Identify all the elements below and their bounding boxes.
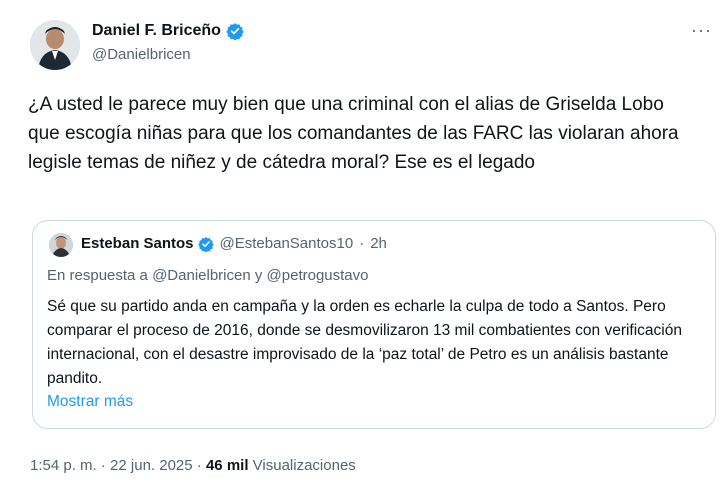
quote-author-avatar[interactable] (49, 233, 73, 257)
reply-mention-petrogustavo[interactable]: @petrogustavo (267, 267, 369, 284)
tweet-metadata: 1:54 p. m. · 22 jun. 2025 · 46 mil Visua… (30, 457, 356, 474)
meta-separator: · (196, 457, 202, 474)
show-more-link[interactable]: Mostrar más (47, 393, 133, 411)
author-handle[interactable]: @Danielbricen (92, 46, 191, 63)
quote-separator: · (359, 235, 365, 252)
reply-conjunction: y (254, 267, 263, 284)
more-options-icon[interactable]: ··· (691, 20, 712, 41)
author-avatar[interactable] (30, 20, 80, 70)
views-count: 46 mil (205, 457, 249, 474)
reply-mention-danielbricen[interactable]: @Danielbricen (152, 267, 251, 284)
quoted-tweet[interactable]: Esteban Santos @EstebanSantos10 · 2h En … (32, 220, 716, 429)
quote-text: Sé que su partido anda en campaña y la o… (47, 298, 682, 387)
author-name[interactable]: Daniel F. Briceño (92, 22, 221, 40)
quote-author-handle[interactable]: @EstebanSantos10 (220, 235, 354, 252)
author-name-row: Daniel F. Briceño (92, 22, 244, 40)
tweet-time[interactable]: 1:54 p. m. (30, 457, 97, 474)
reply-prefix: En respuesta a (47, 267, 148, 284)
views-label: Visualizaciones (252, 457, 356, 474)
verified-badge-icon (226, 23, 244, 40)
quote-time[interactable]: 2h (370, 235, 387, 252)
quote-reply-context: En respuesta a @Danielbricen y @petrogus… (47, 267, 368, 284)
verified-badge-icon (197, 236, 214, 252)
meta-separator: · (100, 457, 106, 474)
tweet-date[interactable]: 22 jun. 2025 (110, 457, 193, 474)
quote-author-name[interactable]: Esteban Santos (81, 235, 194, 252)
quote-header: Esteban Santos @EstebanSantos10 · 2h (81, 235, 387, 252)
tweet-text: ¿A usted le parece muy bien que una crim… (28, 94, 679, 173)
